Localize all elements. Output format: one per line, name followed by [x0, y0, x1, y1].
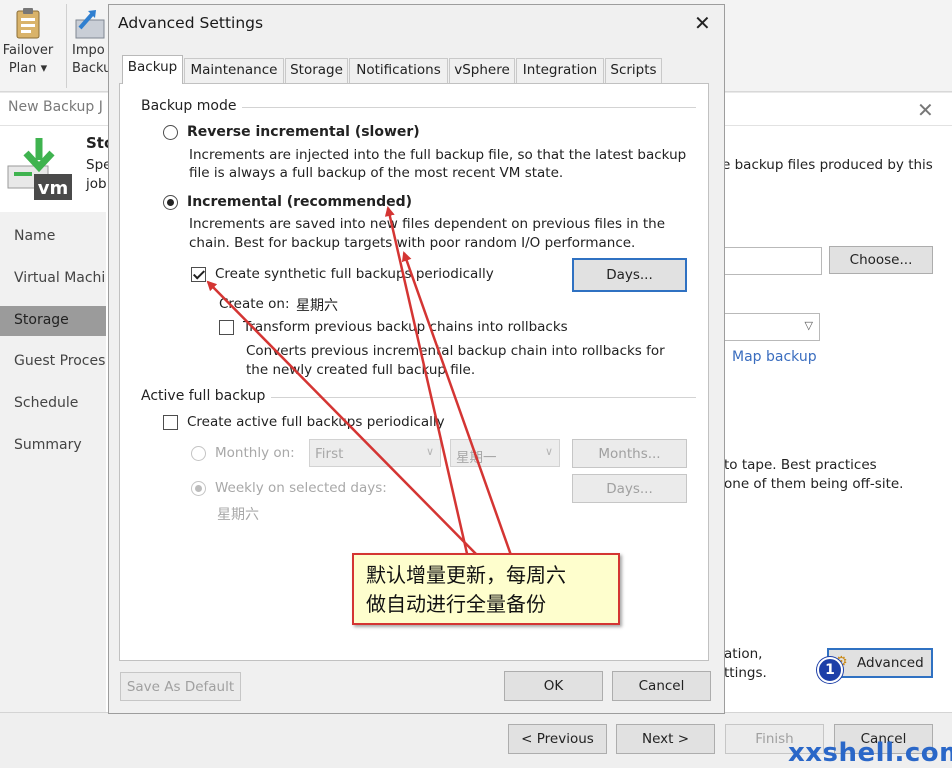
backup-mode-divider — [236, 107, 696, 108]
failover-label-2: Plan ▾ — [8, 61, 48, 76]
veeam-vm-logo: vm — [6, 136, 72, 202]
create-on-label: Create on: — [219, 296, 290, 312]
monthly-week-select[interactable]: First ∨ — [309, 439, 441, 467]
monthly-day-select[interactable]: 星期一 ∨ — [450, 439, 560, 467]
monthly-radio[interactable] — [191, 446, 206, 461]
vm-storage-icon: vm — [7, 138, 72, 200]
failover-plan-button[interactable]: Failover Plan ▾ — [0, 4, 56, 88]
wizard-close-icon[interactable]: ✕ — [917, 98, 934, 122]
annotation-line-1: 默认增量更新，每周六 — [366, 563, 566, 587]
tab-vsphere[interactable]: vSphere — [449, 58, 515, 83]
watermark-text: xxshell.com — [788, 738, 952, 768]
import-arrow-icon — [75, 10, 105, 39]
ok-button[interactable]: OK — [504, 671, 603, 701]
synthetic-full-label[interactable]: Create synthetic full backups periodical… — [215, 266, 494, 282]
tape-text-1: to tape. Best practices — [724, 457, 877, 473]
transform-rollbacks-checkbox[interactable] — [219, 320, 234, 335]
transform-desc-2: the newly created full backup file. — [246, 362, 476, 378]
weekly-label[interactable]: Weekly on selected days: — [215, 480, 387, 496]
incremental-label[interactable]: Incremental (recommended) — [187, 194, 412, 210]
ribbon-divider — [66, 4, 67, 88]
active-full-check-label[interactable]: Create active full backups periodically — [187, 414, 445, 430]
tab-integration[interactable]: Integration — [516, 58, 604, 83]
nav-item-name[interactable]: Name — [14, 228, 55, 244]
annotation-callout: 默认增量更新，每周六 做自动进行全量备份 — [352, 553, 620, 625]
vm-logo-text: vm — [38, 178, 69, 199]
tab-backup[interactable]: Backup — [122, 55, 183, 84]
tab-scripts[interactable]: Scripts — [605, 58, 662, 83]
tab-notifications[interactable]: Notifications — [349, 58, 448, 83]
transform-rollbacks-label[interactable]: Transform previous backup chains into ro… — [243, 319, 568, 335]
advanced-desc-2: ttings. — [724, 665, 767, 681]
repository-dropdown[interactable]: ▽ — [722, 313, 820, 341]
monthly-week-value: First — [315, 446, 344, 462]
step-badge: 1 — [817, 657, 843, 683]
incremental-radio[interactable] — [163, 195, 178, 210]
synthetic-full-checkbox[interactable] — [191, 267, 206, 282]
active-full-checkbox[interactable] — [163, 415, 178, 430]
advanced-button[interactable]: ⚙ Advanced — [827, 648, 933, 678]
next-button[interactable]: Next > — [616, 724, 715, 754]
chevron-down-icon: ∨ — [544, 445, 553, 458]
dialog-cancel-button[interactable]: Cancel — [612, 671, 711, 701]
nav-item-storage[interactable]: Storage — [14, 312, 69, 328]
tab-maintenance[interactable]: Maintenance — [184, 58, 284, 83]
nav-item-schedule[interactable]: Schedule — [14, 395, 78, 411]
weekly-radio[interactable] — [191, 481, 206, 496]
advanced-desc-1: ation, — [724, 646, 763, 662]
reverse-desc-1: Increments are injected into the full ba… — [189, 147, 687, 163]
nav-item-guest-processing[interactable]: Guest Process — [14, 353, 106, 369]
advanced-button-label: Advanced — [857, 655, 924, 671]
monthly-day-value: 星期一 — [456, 450, 497, 466]
monthly-label[interactable]: Monthly on: — [215, 445, 295, 461]
repository-path-field[interactable] — [722, 247, 822, 275]
wizard-nav — [0, 212, 106, 712]
create-on-value: 星期六 — [296, 298, 338, 314]
synthetic-days-button[interactable]: Days... — [572, 258, 687, 292]
nav-item-summary[interactable]: Summary — [14, 437, 82, 453]
clipboard-icon — [16, 8, 40, 39]
dialog-title: Advanced Settings — [118, 14, 264, 32]
reverse-incremental-radio[interactable] — [163, 125, 178, 140]
backup-mode-label: Backup mode — [141, 98, 243, 114]
wizard-title: New Backup J — [8, 99, 103, 115]
import-label-1: Impo — [72, 43, 105, 58]
tab-storage[interactable]: Storage — [285, 58, 348, 83]
reverse-incremental-label[interactable]: Reverse incremental (slower) — [187, 124, 420, 140]
nav-item-virtual-machines[interactable]: Virtual Machi — [14, 270, 106, 286]
previous-button[interactable]: < Previous — [508, 724, 607, 754]
weekly-days-button[interactable]: Days... — [572, 474, 687, 503]
map-backup-link[interactable]: Map backup — [732, 349, 817, 365]
wizard-header-description: e backup files produced by this — [722, 157, 933, 173]
failover-label-1: Failover — [2, 43, 54, 58]
active-full-label: Active full backup — [141, 388, 272, 404]
import-label-2: Backu — [72, 61, 108, 76]
active-full-divider — [262, 397, 696, 398]
reverse-desc-2: file is always a full backup of the most… — [189, 165, 564, 181]
transform-desc-1: Converts previous incremental backup cha… — [246, 343, 665, 359]
annotation-line-2: 做自动进行全量备份 — [366, 592, 546, 616]
save-as-default-button[interactable]: Save As Default — [120, 672, 241, 701]
weekly-days-value: 星期六 — [217, 507, 259, 523]
wizard-header-sub2: job — [86, 176, 107, 192]
dialog-close-icon[interactable]: ✕ — [694, 11, 711, 35]
choose-button[interactable]: Choose... — [829, 246, 933, 274]
chevron-down-icon: ▽ — [804, 319, 813, 332]
incremental-desc-2: chain. Best for backup targets with poor… — [189, 235, 636, 251]
chevron-down-icon: ∨ — [425, 445, 434, 458]
tape-text-2: one of them being off-site. — [724, 476, 904, 492]
incremental-desc-1: Increments are saved into new files depe… — [189, 216, 666, 232]
import-backup-button[interactable]: Impo Backu — [70, 4, 108, 88]
months-button[interactable]: Months... — [572, 439, 687, 468]
